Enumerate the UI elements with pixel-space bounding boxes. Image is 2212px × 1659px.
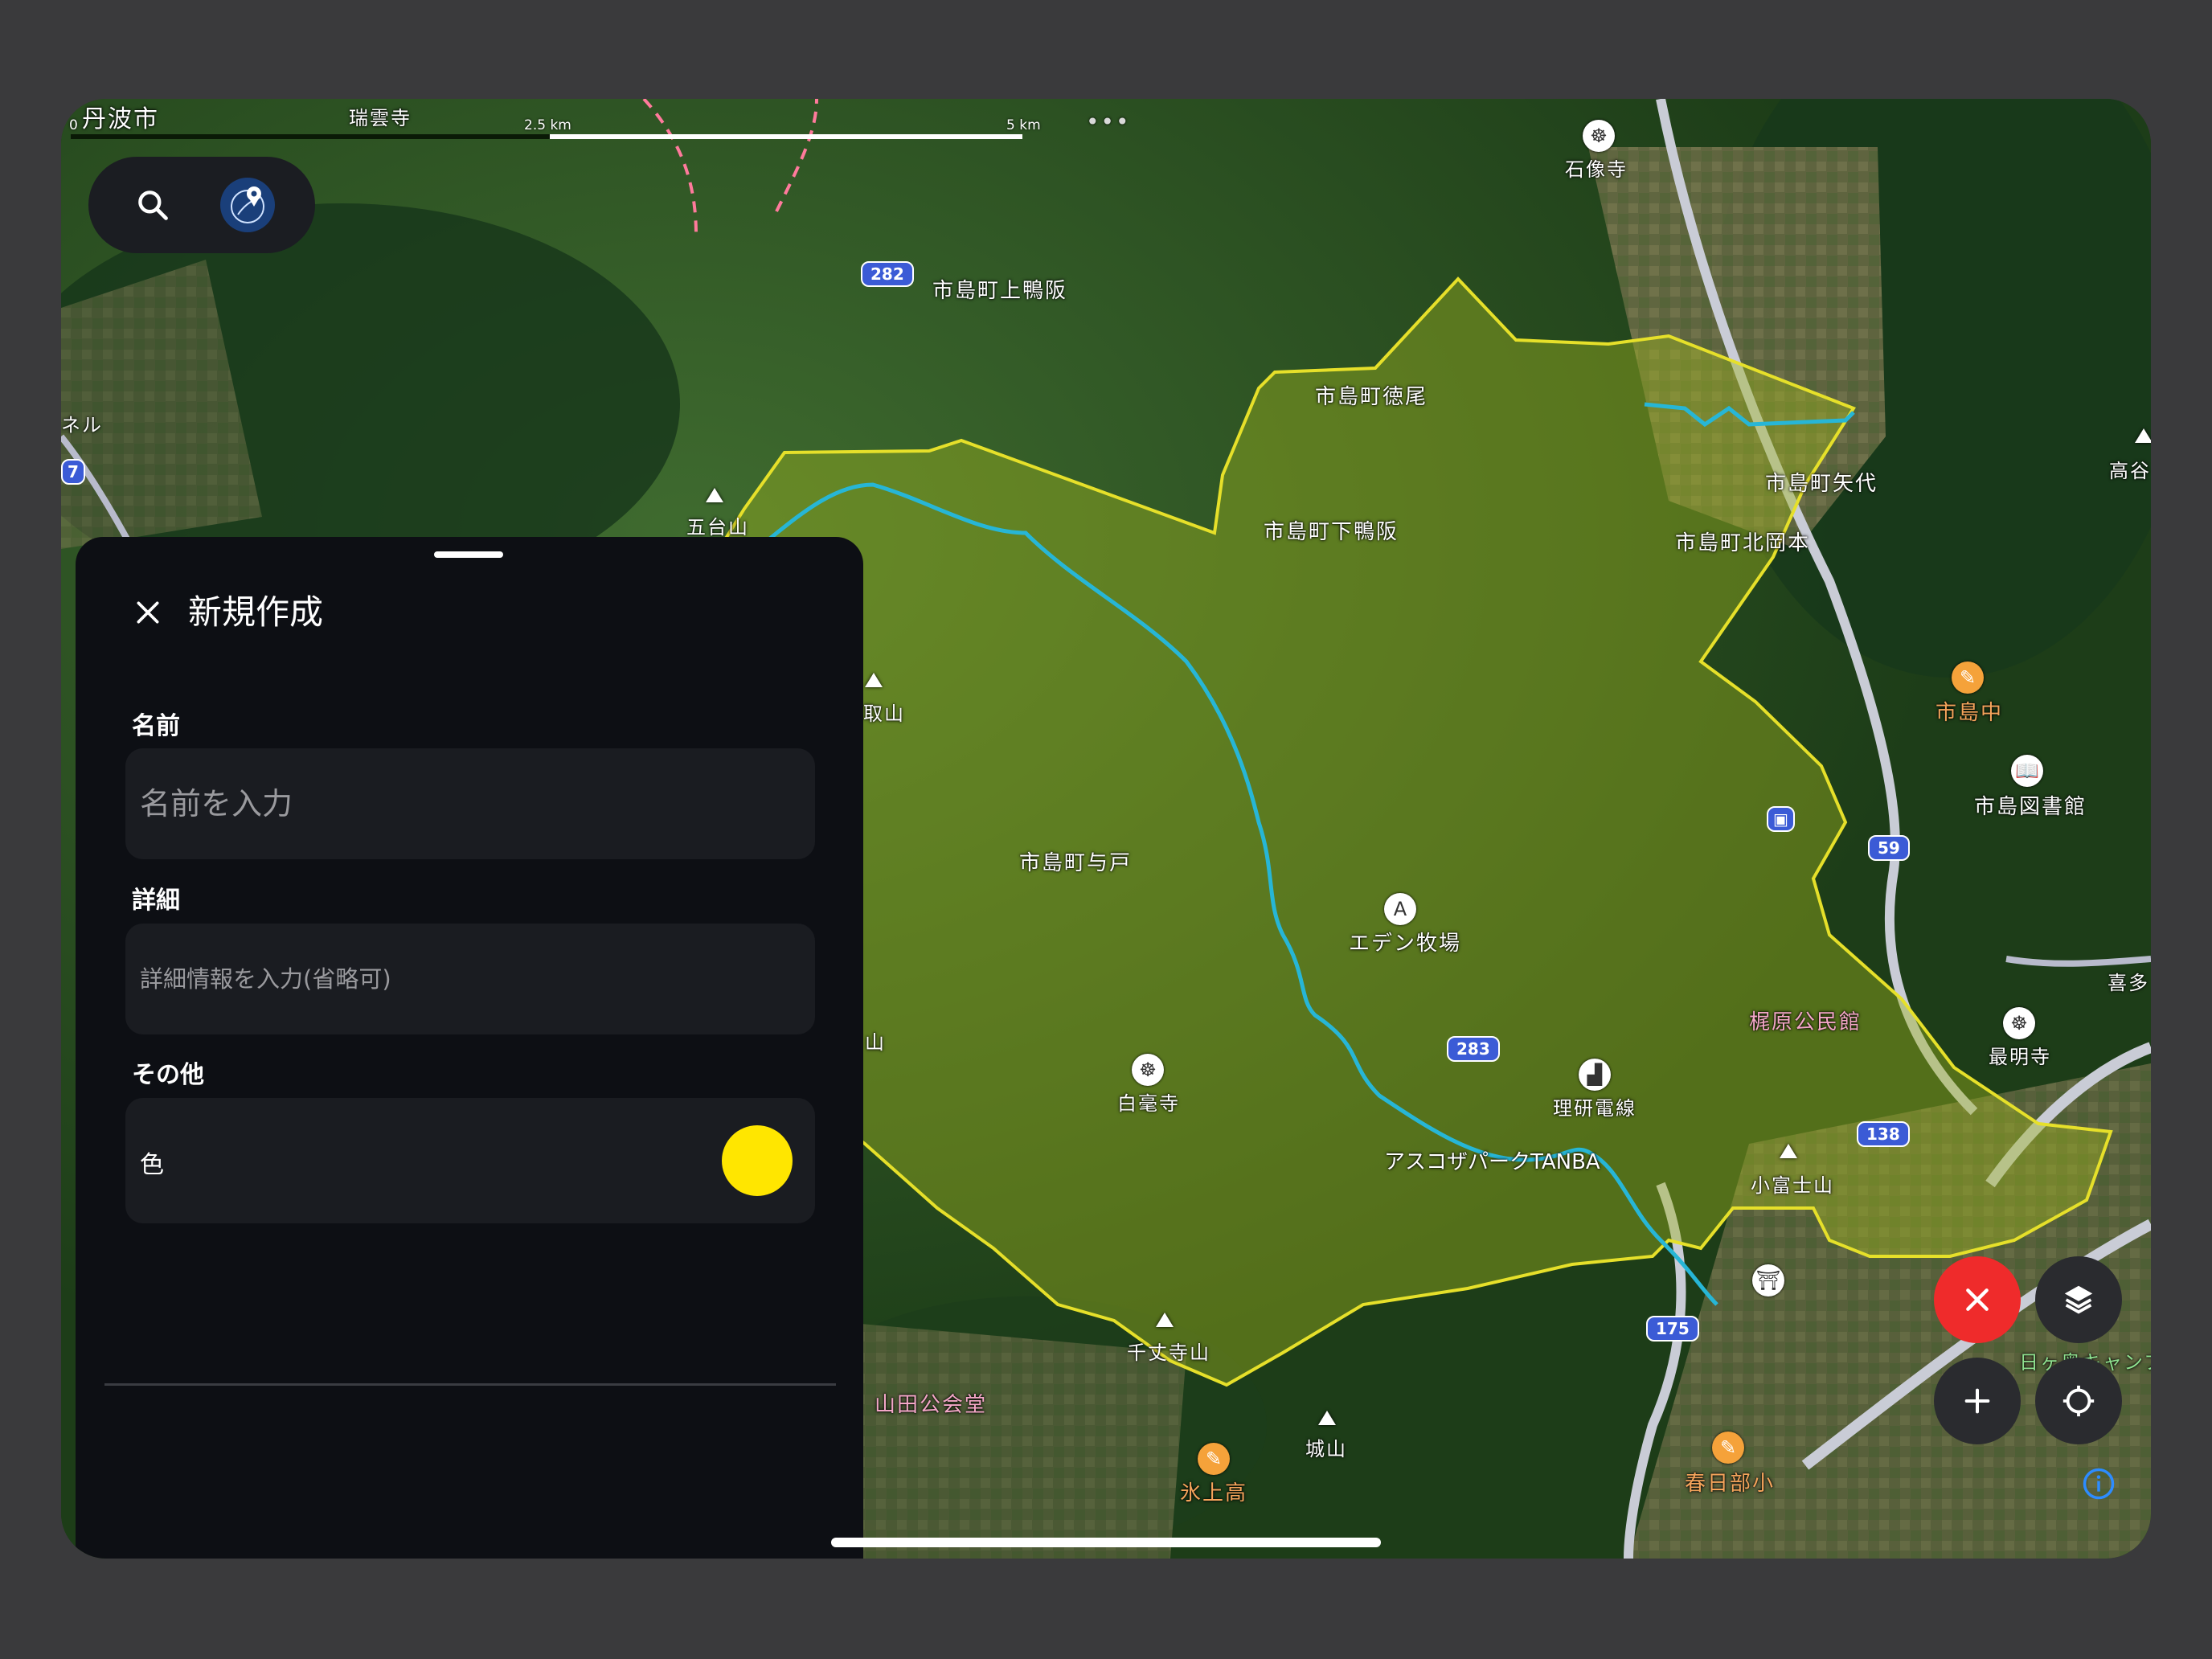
layers-button[interactable] (2035, 1256, 2122, 1343)
plus-icon (1964, 1388, 1990, 1414)
map-label-yashiro: 市島町矢代 (1765, 472, 1878, 496)
detail-input[interactable] (125, 924, 815, 1034)
add-point-button[interactable] (1934, 1358, 2021, 1444)
library-icon[interactable]: 📖 (2011, 755, 2043, 787)
panel-title: 新規作成 (188, 592, 324, 632)
attribution-info-button[interactable] (2080, 1465, 2117, 1502)
map-label-left-san: 山 (865, 1031, 886, 1054)
map-label-kajiwara: 梶原公民館 (1749, 1010, 1862, 1034)
route-shield-138: 138 (1857, 1121, 1910, 1147)
map-label-yodo: 市島町与戸 (1019, 851, 1133, 875)
close-icon (137, 601, 159, 624)
temple-icon[interactable]: ☸ (1132, 1054, 1164, 1086)
name-field-container (125, 748, 815, 859)
map-label-kamokamo: 市島町上鴨阪 (932, 279, 1068, 303)
map-label-riken: 理研電線 (1553, 1097, 1636, 1120)
map-label-senjosan: 千丈寺山 (1127, 1342, 1210, 1364)
map-label-kitaokamoto: 市島町北岡本 (1675, 531, 1811, 555)
scale-more-dots[interactable]: ••• (1086, 109, 1131, 135)
map-label-jozan: 城山 (1305, 1438, 1347, 1460)
name-label: 名前 (132, 712, 180, 740)
shrine-icon[interactable]: ⛩ (1752, 1264, 1784, 1296)
map-label-zuiunji: 瑞雲寺 (349, 107, 412, 129)
map-label-hikami: 氷上高 (1180, 1481, 1248, 1505)
school-icon[interactable]: ✎ (1198, 1443, 1230, 1475)
layers-icon (2064, 1285, 2093, 1314)
temple-icon[interactable]: ☸ (2003, 1007, 2035, 1039)
close-icon (1966, 1288, 1989, 1311)
map-label-asuko: アスコザパークTANBA (1384, 1150, 1600, 1174)
other-label: その他 (132, 1061, 204, 1089)
info-icon (2083, 1468, 2115, 1500)
peak-icon (2135, 428, 2151, 443)
map-label-saimyoji: 最明寺 (1989, 1046, 2051, 1068)
close-panel-button[interactable] (124, 588, 172, 637)
peak-icon (706, 488, 723, 502)
search-button[interactable] (129, 181, 177, 229)
map-label-tokuo: 市島町徳尾 (1315, 385, 1428, 409)
map-label-eden: エデン牧場 (1349, 932, 1462, 956)
scale-start-label: 0 (69, 117, 78, 133)
map-label-ichijimachu: 市島中 (1936, 701, 2004, 725)
map-label-shimokamo: 市島町下鴨阪 (1264, 520, 1399, 544)
map-label-kita: 喜多 (2108, 972, 2149, 994)
map-label-yamada: 山田公会堂 (875, 1393, 988, 1417)
peak-icon (1156, 1313, 1174, 1327)
color-row[interactable]: 色 (125, 1098, 815, 1223)
peak-icon (1318, 1411, 1336, 1425)
new-item-panel: 新規作成 名前 詳細 その他 色 (76, 537, 863, 1559)
map-label-sekizoji: 石像寺 (1565, 158, 1628, 181)
station-icon[interactable]: ▣ (1767, 806, 1795, 832)
drag-handle[interactable] (434, 551, 503, 558)
factory-icon[interactable]: ▟ (1579, 1059, 1611, 1091)
detail-label: 詳細 (132, 887, 180, 915)
scale-mid-label: 2.5 km (524, 117, 571, 133)
cancel-drawing-button[interactable] (1934, 1256, 2021, 1343)
divider (104, 1383, 836, 1386)
color-swatch[interactable] (722, 1125, 793, 1196)
map-label-kasugabe: 春日部小 (1685, 1472, 1776, 1496)
map-label-takaya: 高谷 (2109, 460, 2151, 482)
search-toolbar (88, 157, 315, 253)
scale-end-label: 5 km (1006, 117, 1041, 133)
farm-icon[interactable]: A (1384, 893, 1416, 925)
school-icon[interactable]: ✎ (1712, 1432, 1744, 1464)
map-label-godaisan: 五台山 (686, 516, 749, 539)
device-screen: 0 2.5 km 5 km ••• 丹波市 瑞雲寺 ☸ 石像寺 282 市島町上… (61, 99, 2151, 1559)
name-input[interactable] (125, 748, 815, 859)
route-shield-59: 59 (1868, 835, 1910, 861)
school-icon[interactable]: ✎ (1952, 662, 1984, 694)
temple-icon[interactable]: ☸ (1583, 120, 1615, 152)
my-location-button[interactable] (2035, 1358, 2122, 1444)
map-label-toriyama: 取山 (863, 703, 905, 725)
crosshair-icon (2062, 1385, 2095, 1417)
location-pin-icon (231, 186, 264, 223)
route-shield-175: 175 (1646, 1316, 1699, 1342)
home-indicator[interactable] (831, 1538, 1381, 1547)
color-label: 色 (140, 1151, 164, 1179)
avatar[interactable] (220, 178, 275, 232)
map-label-kofuji: 小富士山 (1751, 1174, 1834, 1197)
peak-icon (865, 673, 883, 687)
route-shield-282: 282 (861, 261, 914, 287)
map-label-library: 市島図書館 (1974, 795, 2087, 819)
route-shield-7: 7 (61, 459, 85, 485)
map-label-hakugoji: 白毫寺 (1117, 1092, 1180, 1115)
search-icon (138, 190, 168, 220)
map-label-left-nru: ネル (61, 414, 103, 436)
detail-field-container (125, 924, 815, 1034)
peak-icon (1780, 1144, 1797, 1158)
map-label-tamba: 丹波市 (82, 105, 159, 133)
route-shield-283: 283 (1447, 1036, 1500, 1062)
